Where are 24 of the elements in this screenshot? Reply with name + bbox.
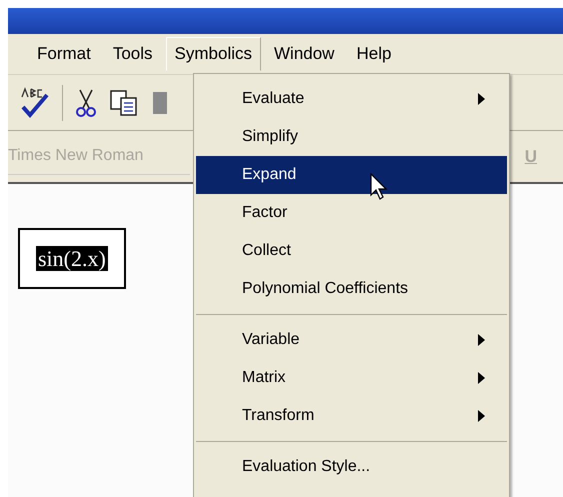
menu-option[interactable]: Simplify xyxy=(196,118,507,156)
submenu-arrow-icon xyxy=(478,334,485,346)
submenu-arrow-icon xyxy=(478,410,485,422)
menu-item[interactable]: Format xyxy=(28,37,100,71)
menu-item[interactable]: Tools xyxy=(104,37,162,71)
menu-item[interactable]: Window xyxy=(265,37,344,71)
submenu-arrow-icon xyxy=(478,372,485,384)
menu-item[interactable]: Symbolics xyxy=(166,37,261,71)
menu-option[interactable]: Collect xyxy=(196,232,507,270)
submenu-arrow-icon xyxy=(478,93,485,105)
menu-option[interactable]: Expand xyxy=(196,156,507,194)
scissors-icon[interactable] xyxy=(75,88,97,118)
menu-option[interactable]: Matrix xyxy=(196,359,507,397)
menu-option[interactable]: Evaluation Style... xyxy=(196,448,507,486)
spell-check-icon[interactable] xyxy=(20,86,50,118)
math-region[interactable]: sin(2.x) xyxy=(18,228,126,289)
copy-icon[interactable] xyxy=(109,88,139,116)
menu-option[interactable]: Factor xyxy=(196,194,507,232)
menu-option[interactable]: Transform xyxy=(196,397,507,435)
menu-item[interactable]: Help xyxy=(347,37,400,71)
menu-option[interactable]: Variable xyxy=(196,321,507,359)
menu-option[interactable]: Polynomial Coefficients xyxy=(196,270,507,308)
expression: sin(2.x) xyxy=(36,246,108,271)
mouse-pointer-icon xyxy=(370,173,390,201)
